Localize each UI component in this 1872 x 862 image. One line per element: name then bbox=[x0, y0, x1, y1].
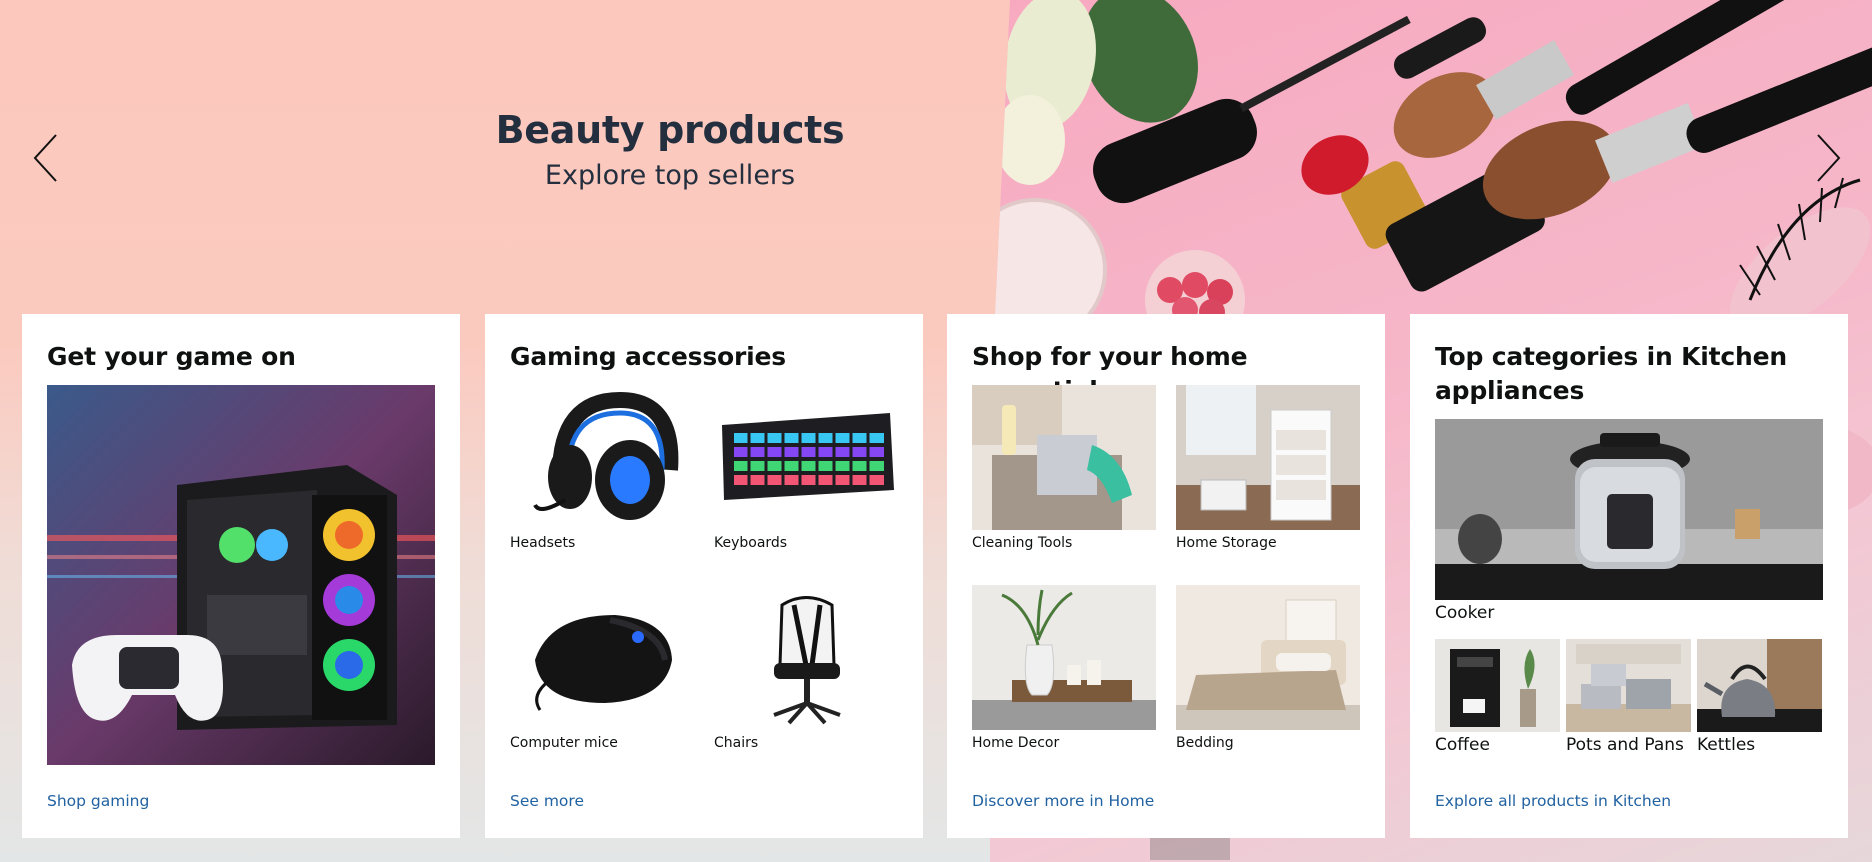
grid-item-label: Coffee bbox=[1435, 735, 1490, 755]
grid-item-label: Home Storage bbox=[1176, 535, 1277, 551]
card-title: Top categories in Kitchen appliances bbox=[1435, 342, 1787, 405]
bedding-image bbox=[1176, 585, 1360, 730]
card-home-essentials: Shop for your home essentials Cleaning T… bbox=[947, 314, 1385, 838]
grid-item-label: Bedding bbox=[1176, 735, 1234, 751]
card-kitchen-appliances: Top categories in Kitchen appliances Coo… bbox=[1410, 314, 1848, 838]
chevron-left-icon bbox=[33, 134, 57, 182]
card-gaming-accessories: Gaming accessories Headsets Keyboards Co… bbox=[485, 314, 923, 838]
card-gaming: Get your game on Shop gaming bbox=[22, 314, 460, 838]
grid-item-label: Cleaning Tools bbox=[972, 535, 1073, 551]
hero-title: Beauty products bbox=[495, 108, 845, 152]
carousel-next-button[interactable] bbox=[1808, 128, 1848, 188]
cooker-image bbox=[1435, 419, 1823, 600]
keyboard-image bbox=[714, 385, 898, 530]
grid-item-keyboards[interactable]: Keyboards bbox=[714, 385, 898, 552]
explore-kitchen-link[interactable]: Explore all products in Kitchen bbox=[1435, 792, 1671, 810]
grid-item-cleaning-tools[interactable]: Cleaning Tools bbox=[972, 385, 1156, 552]
grid-item-label: Computer mice bbox=[510, 735, 618, 751]
chevron-right-icon bbox=[1817, 134, 1841, 182]
discover-home-link[interactable]: Discover more in Home bbox=[972, 792, 1154, 810]
mouse-image bbox=[510, 585, 694, 730]
grid-item-coffee[interactable]: Coffee bbox=[1435, 639, 1560, 756]
chair-image bbox=[714, 585, 898, 730]
cleaning-tools-image bbox=[972, 385, 1156, 530]
grid-item-label: Keyboards bbox=[714, 535, 788, 551]
grid-item-cooker[interactable]: Cooker bbox=[1435, 419, 1823, 624]
card-title: Get your game on bbox=[47, 342, 296, 371]
home-decor-image bbox=[972, 585, 1156, 730]
grid-item-bedding[interactable]: Bedding bbox=[1176, 585, 1360, 752]
grid-item-home-storage[interactable]: Home Storage bbox=[1176, 385, 1360, 552]
see-more-link[interactable]: See more bbox=[510, 792, 584, 810]
gaming-pc-image[interactable] bbox=[47, 385, 435, 765]
gaming-pc-illustration bbox=[47, 385, 435, 765]
grid-item-computer-mice[interactable]: Computer mice bbox=[510, 585, 694, 752]
grid-item-home-decor[interactable]: Home Decor bbox=[972, 585, 1156, 752]
card-title: Gaming accessories bbox=[510, 342, 786, 371]
grid-item-label: Home Decor bbox=[972, 735, 1060, 751]
grid-item-headsets[interactable]: Headsets bbox=[510, 385, 694, 552]
coffee-machine-image bbox=[1435, 639, 1560, 732]
grid-item-pots-and-pans[interactable]: Pots and Pans bbox=[1566, 639, 1691, 756]
pots-and-pans-image bbox=[1566, 639, 1691, 732]
grid-item-label: Chairs bbox=[714, 735, 759, 751]
shop-gaming-link[interactable]: Shop gaming bbox=[47, 792, 149, 810]
grid-item-chairs[interactable]: Chairs bbox=[714, 585, 898, 752]
kettle-image bbox=[1697, 639, 1822, 732]
grid-item-label: Cooker bbox=[1435, 603, 1495, 623]
grid-item-label: Pots and Pans bbox=[1566, 735, 1684, 755]
grid-item-label: Headsets bbox=[510, 535, 576, 551]
hero-subtitle: Explore top sellers bbox=[544, 160, 796, 191]
headset-image bbox=[510, 385, 694, 530]
home-storage-image bbox=[1176, 385, 1360, 530]
carousel-prev-button[interactable] bbox=[26, 128, 66, 188]
grid-item-label: Kettles bbox=[1697, 735, 1756, 755]
grid-item-kettles[interactable]: Kettles bbox=[1697, 639, 1822, 756]
hero-text: Beauty products Explore top sellers bbox=[470, 108, 870, 191]
